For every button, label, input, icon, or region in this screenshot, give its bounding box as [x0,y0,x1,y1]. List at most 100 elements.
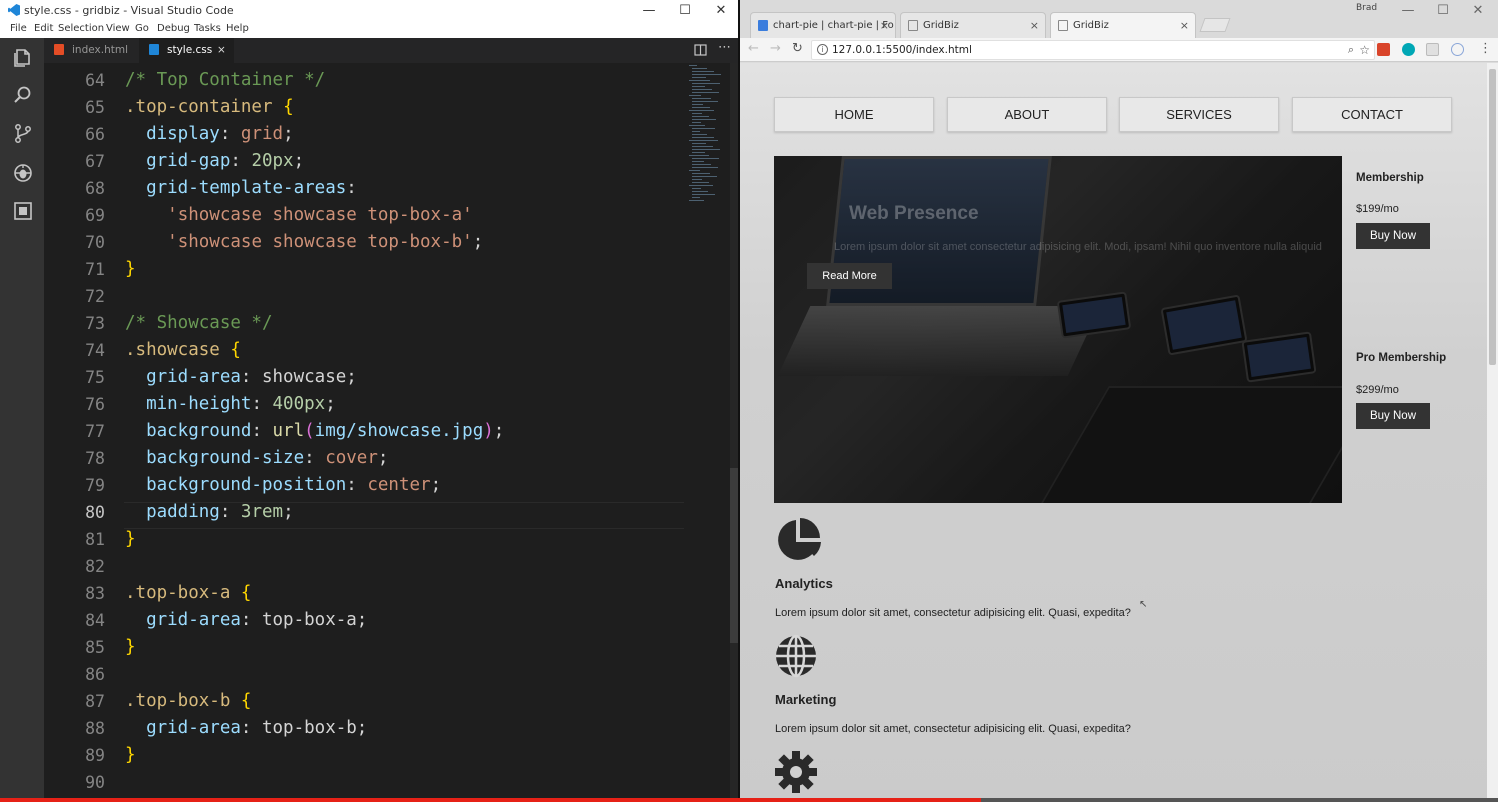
html5-icon [54,44,64,55]
line-number: 69 [85,206,105,225]
maximize-icon[interactable]: ☐ [667,0,703,21]
code-line: .showcase { [125,340,241,360]
feature-title: Marketing [775,692,837,707]
source-control-icon[interactable] [12,122,34,144]
buy-now-button[interactable]: Buy Now [1356,403,1430,429]
code-line: min-height: 400px; [146,394,336,414]
code-line: .top-container { [125,97,294,117]
showcase-text: Lorem ipsum dolor sit amet consectetur a… [834,241,1322,253]
code-line: display: grid; [146,124,294,144]
tab-close-icon[interactable]: × [217,38,226,63]
feature-text: Lorem ipsum dolor sit amet, consectetur … [775,723,1131,735]
menu-edit[interactable]: Edit [34,23,53,34]
code-line: } [125,745,136,765]
line-number: 78 [85,449,105,468]
site-info-icon[interactable]: i [817,44,828,55]
code-line: grid-area: top-box-b; [146,718,368,738]
line-number: 74 [85,341,105,360]
line-number: 75 [85,368,105,387]
code-line: .top-box-a { [125,583,252,603]
nav-about[interactable]: ABOUT [947,97,1107,132]
line-number: 67 [85,152,105,171]
menu-go[interactable]: Go [135,23,149,34]
minimize-icon[interactable]: — [1390,0,1426,21]
forward-icon[interactable]: → [770,41,781,56]
maximize-icon[interactable]: ☐ [1425,0,1461,21]
back-icon[interactable]: ← [748,41,759,56]
profile-name[interactable]: Brad [1356,3,1377,13]
extension-icon[interactable] [1451,43,1464,56]
split-editor-icon[interactable] [694,44,707,56]
new-tab-button[interactable] [1199,18,1231,32]
menu-view[interactable]: View [106,23,130,34]
line-number: 77 [85,422,105,441]
line-number: 85 [85,638,105,657]
star-icon[interactable]: ☆ [1359,41,1370,59]
video-progress-fill [0,798,982,802]
read-more-button[interactable]: Read More [807,263,892,289]
extensions-icon[interactable] [12,200,34,222]
page-scrollbar-thumb[interactable] [1489,69,1496,365]
tab-style-css[interactable]: style.css × [139,38,234,63]
menu-help[interactable]: Help [226,23,249,34]
more-actions-icon[interactable]: ⋯ [718,40,731,55]
browser-tab-gridbiz-active[interactable]: GridBiz × [1050,12,1196,38]
minimize-icon[interactable]: — [631,0,667,21]
chrome-menu-icon[interactable]: ⋮ [1479,41,1492,56]
code-line: grid-area: top-box-a; [146,610,368,630]
code-line: 'showcase showcase top-box-b'; [167,232,484,252]
reload-icon[interactable]: ↻ [792,41,803,56]
box-b-title: Pro Membership [1356,352,1447,364]
code-editor[interactable]: 64 /* Top Container */ 65 .top-container {6… [44,63,739,802]
browser-tab-label: GridBiz [1073,20,1109,31]
close-icon[interactable]: ✕ [1460,0,1496,21]
browser-tab-label: chart-pie | chart-pie | Fo [773,20,894,31]
line-number: 72 [85,287,105,306]
nav-home[interactable]: HOME [774,97,934,132]
menu-bar: File Edit Selection View Go Debug Tasks … [0,21,739,38]
feature-title: Analytics [775,576,833,591]
line-number: 64 [85,71,105,90]
menu-tasks[interactable]: Tasks [194,23,221,34]
page-scrollbar[interactable] [1487,63,1498,802]
zoom-icon[interactable]: ⌕ [1348,41,1354,59]
explorer-icon[interactable] [12,46,34,68]
code-line: } [125,637,136,657]
close-icon[interactable]: ✕ [703,0,739,21]
menu-debug[interactable]: Debug [157,23,190,34]
line-number: 71 [85,260,105,279]
address-bar[interactable]: i 127.0.0.1:5500/index.html ⌕ ☆ [811,40,1375,60]
showcase-title: Web Presence [849,203,979,224]
browser-tab-strip: chart-pie | chart-pie | Fo × GridBiz × G… [740,0,1498,38]
box-b-price: $299/mo [1356,384,1399,396]
box-a-title: Membership [1356,172,1424,184]
debug-icon[interactable] [12,162,34,184]
menu-file[interactable]: File [10,23,27,34]
nav-services[interactable]: SERVICES [1119,97,1279,132]
browser-tab-gridbiz[interactable]: GridBiz × [900,12,1046,38]
url-text: 127.0.0.1:5500/index.html [832,44,972,56]
code-line: background-position: center; [146,475,442,495]
tab-close-icon[interactable]: × [1180,13,1189,38]
menu-selection[interactable]: Selection [58,23,104,34]
tab-label: style.css [167,44,213,56]
code-line: } [125,259,136,279]
browser-tab-chart-pie[interactable]: chart-pie | chart-pie | Fo × [750,12,896,38]
video-progress-bar[interactable] [0,798,1498,802]
line-number: 88 [85,719,105,738]
tab-close-icon[interactable]: × [880,13,889,38]
nav-contact[interactable]: CONTACT [1292,97,1452,132]
extension-icon[interactable] [1426,43,1439,56]
tab-close-icon[interactable]: × [1030,13,1039,38]
buy-now-button[interactable]: Buy Now [1356,223,1430,249]
extension-icon[interactable] [1377,43,1390,56]
line-number: 80 [85,503,105,522]
line-number: 81 [85,530,105,549]
mouse-cursor-icon: ↖ [1139,599,1148,610]
minimap[interactable] [689,65,729,205]
tab-index-html[interactable]: index.html [44,38,139,63]
extension-icon[interactable] [1402,43,1415,56]
search-icon[interactable] [12,84,34,106]
line-number: 83 [85,584,105,603]
page-viewport: HOME ABOUT SERVICES CONTACT Web Presence… [740,63,1498,802]
